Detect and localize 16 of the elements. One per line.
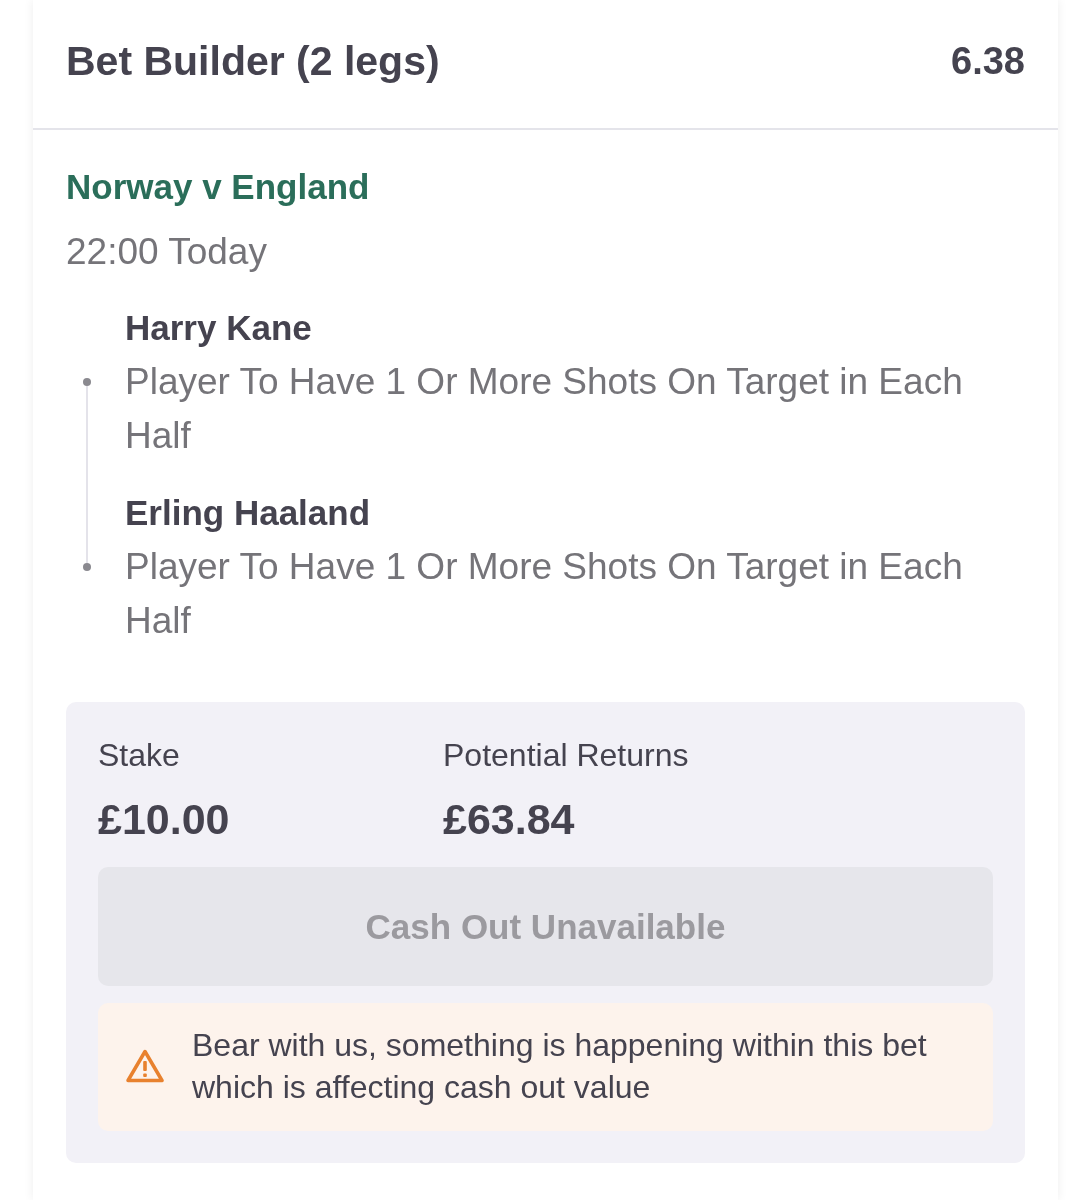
notice-text: Bear with us, something is happening within this bet which is affecting cash out value [192,1026,928,1107]
returns-label: Potential Returns [443,736,690,775]
warning-icon [126,1049,164,1083]
leg-market: Player To Have 1 Or More Shots On Target in Each Half [125,360,964,458]
leg-market: Player To Have 1 Or More Shots On Target in Each Half [125,545,964,643]
timeline-dot-icon [83,378,91,386]
leg-selection: Harry Kane [125,307,313,349]
stake-value: £10.00 [98,794,231,845]
bet-odds: 6.38 [951,39,1025,83]
timeline-dot-icon [83,563,91,571]
bet-title: Bet Builder (2 legs) [66,37,440,85]
stake-label: Stake [98,736,181,775]
event-name-link[interactable]: Norway v England [66,163,370,211]
leg-selection: Erling Haaland [125,492,372,534]
returns-value: £63.84 [443,794,576,845]
event-time: 22:00 Today [66,230,268,274]
